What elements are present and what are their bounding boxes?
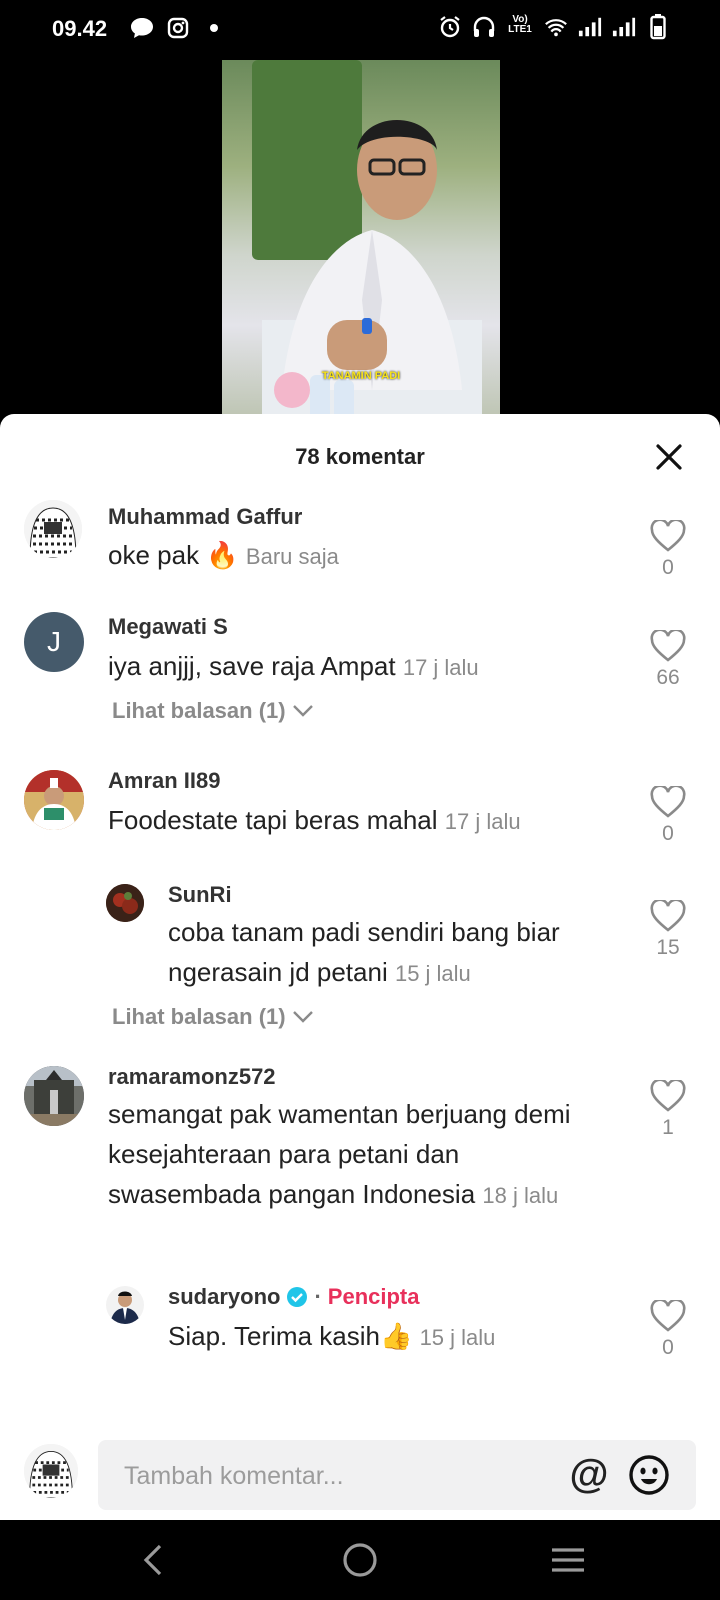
heart-icon <box>650 630 686 662</box>
video-caption: TANAMIN PADI <box>321 370 401 382</box>
like-button[interactable]: 66 <box>648 630 688 690</box>
video-person <box>262 120 482 414</box>
comment-input-container: @ <box>98 1440 696 1512</box>
comment-username[interactable]: SunRi <box>168 882 232 908</box>
volte-icon: Vo) LTE1 <box>508 14 532 35</box>
comment-composer: @ <box>0 1420 720 1520</box>
comment-body: Foodestate tapi beras mahal <box>108 805 438 835</box>
heart-icon <box>650 520 686 552</box>
emoji-button[interactable] <box>628 1454 670 1496</box>
smiley-icon <box>629 1455 669 1495</box>
video-preview[interactable]: TANAMIN PADI <box>222 60 500 414</box>
like-button[interactable]: 0 <box>648 520 688 580</box>
wifi-icon <box>544 15 568 39</box>
like-button[interactable]: 0 <box>648 1300 688 1360</box>
comment-body: Siap. Terima kasih👍 <box>168 1321 413 1351</box>
avatar[interactable] <box>106 1286 144 1324</box>
heart-icon <box>650 786 686 818</box>
comment-username[interactable]: Muhammad Gaffur <box>108 504 302 530</box>
comment-username: sudaryono · Pencipta <box>168 1284 420 1310</box>
chevron-down-icon <box>292 1011 313 1023</box>
comment-text: oke pak 🔥 Baru saja <box>108 535 628 577</box>
comment-time: 18 j lalu <box>482 1183 559 1208</box>
back-chevron-icon <box>143 1544 162 1576</box>
recents-button[interactable] <box>548 1540 588 1580</box>
view-replies-button[interactable]: Lihat balasan (1) <box>112 698 314 724</box>
chat-bubble-icon <box>130 16 154 40</box>
close-icon <box>656 444 682 470</box>
chevron-down-icon <box>292 705 313 717</box>
separator-dot: · <box>314 1284 322 1309</box>
instagram-icon <box>166 16 190 40</box>
like-button[interactable]: 15 <box>648 900 688 960</box>
my-avatar <box>24 1444 78 1498</box>
comment-body: coba tanam padi sendiri bang biar ngeras… <box>168 917 560 987</box>
system-status-icons: Vo) LTE1 <box>438 14 670 40</box>
avatar-letter: J <box>47 626 61 657</box>
like-count: 1 <box>662 1116 674 1139</box>
comments-sheet: 78 komentar Muhammad Gaffur oke pak 🔥 Ba… <box>0 414 720 1520</box>
comment-body: oke pak 🔥 <box>108 540 239 570</box>
like-button[interactable]: 1 <box>648 1080 688 1140</box>
like-count: 15 <box>656 936 680 959</box>
back-button[interactable] <box>134 1540 174 1580</box>
comment-text: iya anjjj, save raja Ampat 17 j lalu <box>108 646 628 688</box>
like-count: 0 <box>662 1336 674 1359</box>
clock: 09.42 <box>52 16 108 41</box>
close-button[interactable] <box>654 442 684 472</box>
comment-count-title: 78 komentar <box>295 444 425 469</box>
comment-time: 15 j lalu <box>394 961 471 986</box>
home-button[interactable] <box>340 1540 380 1580</box>
comment-text: semangat pak wamentan berjuang demi kese… <box>108 1094 588 1216</box>
view-replies-button[interactable]: Lihat balasan (1) <box>112 1004 314 1030</box>
comment-username[interactable]: Amran II89 <box>108 768 221 794</box>
reply-username[interactable]: sudaryono <box>168 1284 280 1310</box>
avatar[interactable]: J <box>24 612 84 672</box>
comment-username[interactable]: Megawati S <box>108 614 228 640</box>
alarm-icon <box>438 15 462 39</box>
heart-icon <box>650 1300 686 1332</box>
comment-body: iya anjjj, save raja Ampat <box>108 651 396 681</box>
system-nav-bar <box>0 1520 720 1600</box>
comment-input[interactable] <box>122 1440 546 1512</box>
net-label: LTE1 <box>508 24 532 35</box>
comment-text: coba tanam padi sendiri bang biar ngeras… <box>168 912 630 994</box>
battery-icon <box>646 14 670 40</box>
avatar[interactable] <box>106 884 144 922</box>
heart-icon <box>650 900 686 932</box>
like-count: 0 <box>662 822 674 845</box>
comment-time: 17 j lalu <box>444 809 521 834</box>
comment-text: Foodestate tapi beras mahal 17 j lalu <box>108 800 628 842</box>
status-bar: 09.42 Vo) LTE1 <box>0 0 720 60</box>
signal-icon <box>578 15 602 39</box>
verified-badge-icon <box>287 1287 308 1307</box>
view-replies-label: Lihat balasan (1) <box>112 698 286 723</box>
avatar[interactable] <box>24 770 84 830</box>
comment-time: 17 j lalu <box>402 655 479 680</box>
more-notifications-dot-icon <box>202 16 226 40</box>
mention-button[interactable]: @ <box>568 1454 610 1496</box>
signal-2-icon <box>612 15 636 39</box>
home-circle-icon <box>343 1543 377 1577</box>
comment-time: 15 j lalu <box>419 1325 496 1350</box>
view-replies-label: Lihat balasan (1) <box>112 1004 286 1029</box>
creator-badge: Pencipta <box>327 1284 420 1309</box>
menu-lines-icon <box>552 1548 584 1572</box>
like-button[interactable]: 0 <box>648 786 688 846</box>
comment-text: Siap. Terima kasih👍 15 j lalu <box>168 1316 630 1358</box>
like-count: 66 <box>656 666 680 689</box>
headphones-icon <box>472 15 496 39</box>
comment-time: Baru saja <box>245 544 339 569</box>
like-count: 0 <box>662 556 674 579</box>
avatar[interactable] <box>24 500 82 558</box>
avatar[interactable] <box>24 1066 84 1126</box>
comment-username[interactable]: ramaramonz572 <box>108 1064 276 1090</box>
notification-icons <box>130 16 226 40</box>
heart-icon <box>650 1080 686 1112</box>
